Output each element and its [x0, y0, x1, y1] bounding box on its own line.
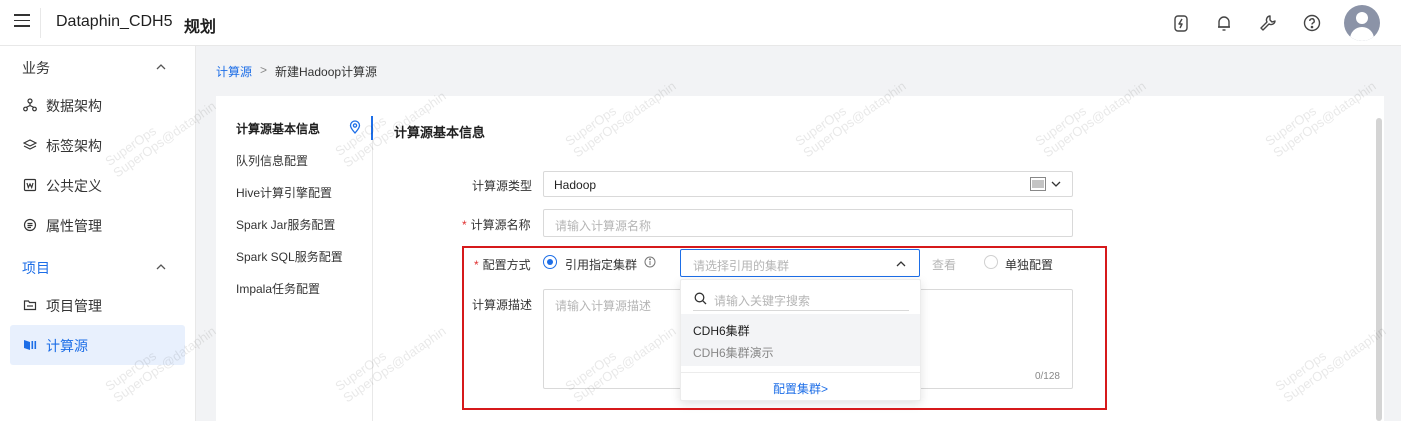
app-title: Dataphin_CDH5 — [56, 13, 173, 30]
anchor-item-queue-config[interactable]: 队列信息配置 — [236, 152, 308, 169]
anchor-item-basic-info[interactable]: 计算源基本信息 — [236, 120, 320, 137]
name-label: * 计算源名称 — [462, 218, 531, 232]
chevron-up-icon[interactable] — [154, 60, 168, 74]
anchor-item-hive-engine[interactable]: Hive计算引擎配置 — [236, 184, 332, 201]
sidebar-item-label: 公共定义 — [46, 178, 102, 194]
sidebar-item-attribute-management[interactable]: 属性管理 — [10, 205, 185, 245]
sidebar-item-label: 项目管理 — [46, 298, 102, 314]
breadcrumb-root-link[interactable]: 计算源 — [216, 63, 252, 80]
anchor-item-spark-jar[interactable]: Spark Jar服务配置 — [236, 216, 335, 233]
type-select-value: Hadoop — [554, 178, 597, 192]
chevron-down-icon — [1051, 181, 1061, 187]
anchor-nav: 计算源基本信息 队列信息配置 Hive计算引擎配置 Spark Jar服务配置 … — [236, 116, 373, 421]
anchor-item-impala[interactable]: Impala任务配置 — [236, 280, 320, 297]
help-icon[interactable] — [1302, 13, 1322, 33]
sidebar: 业务 数据架构 标签架构 公共定义 属性管理 项目 项目管理 计算源 — [0, 46, 196, 421]
layers-icon — [23, 139, 37, 150]
user-avatar[interactable] — [1344, 5, 1380, 41]
sidebar-item-project-management[interactable]: 项目管理 — [10, 285, 185, 325]
sidebar-group-business[interactable]: 业务 — [22, 58, 50, 78]
sidebar-item-public-definition[interactable]: 公共定义 — [10, 165, 185, 205]
bolt-icon[interactable] — [1171, 13, 1191, 33]
scrollbar[interactable] — [1376, 118, 1382, 421]
top-bar: Dataphin_CDH5 规划 — [0, 0, 1401, 46]
w-doc-icon — [23, 178, 37, 192]
sidebar-group-project[interactable]: 项目 — [22, 258, 50, 278]
sidebar-item-label: 属性管理 — [46, 218, 102, 234]
type-label: 计算源类型 — [472, 179, 533, 193]
sidebar-item-compute-source[interactable]: 计算源 — [10, 325, 185, 365]
hierarchy-icon — [23, 98, 37, 112]
sidebar-item-data-architecture[interactable]: 数据架构 — [10, 85, 185, 125]
breadcrumb-separator: > — [260, 63, 268, 77]
attribute-icon — [23, 218, 37, 232]
location-pin-icon — [349, 120, 361, 134]
section-title: 计算源基本信息 — [394, 125, 486, 140]
anchor-item-spark-sql[interactable]: Spark SQL服务配置 — [236, 248, 343, 265]
chevron-up-icon[interactable] — [154, 260, 168, 274]
name-input-placeholder: 请输入计算源名称 — [555, 219, 652, 233]
bell-icon[interactable] — [1214, 13, 1234, 33]
wrench-icon[interactable] — [1258, 13, 1278, 33]
hamburger-menu-icon[interactable] — [14, 14, 30, 30]
sidebar-item-label: 标签架构 — [46, 138, 102, 154]
compute-source-icon — [24, 340, 37, 350]
folder-icon — [23, 300, 37, 311]
highlight-box — [462, 246, 1107, 410]
sidebar-item-label: 数据架构 — [46, 98, 102, 114]
app-section-title: 规划 — [184, 19, 217, 36]
breadcrumb-current: 新建Hadoop计算源 — [275, 65, 378, 79]
sidebar-item-label: 计算源 — [46, 338, 88, 354]
anchor-active-indicator — [371, 116, 373, 140]
form-card: 计算源基本信息 队列信息配置 Hive计算引擎配置 Spark Jar服务配置 … — [216, 96, 1384, 421]
hadoop-logo-icon — [1030, 177, 1046, 191]
top-divider — [40, 8, 41, 38]
sidebar-item-tag-architecture[interactable]: 标签架构 — [10, 125, 185, 165]
type-select[interactable]: Hadoop — [543, 171, 1073, 197]
name-input[interactable]: 请输入计算源名称 — [543, 209, 1073, 237]
